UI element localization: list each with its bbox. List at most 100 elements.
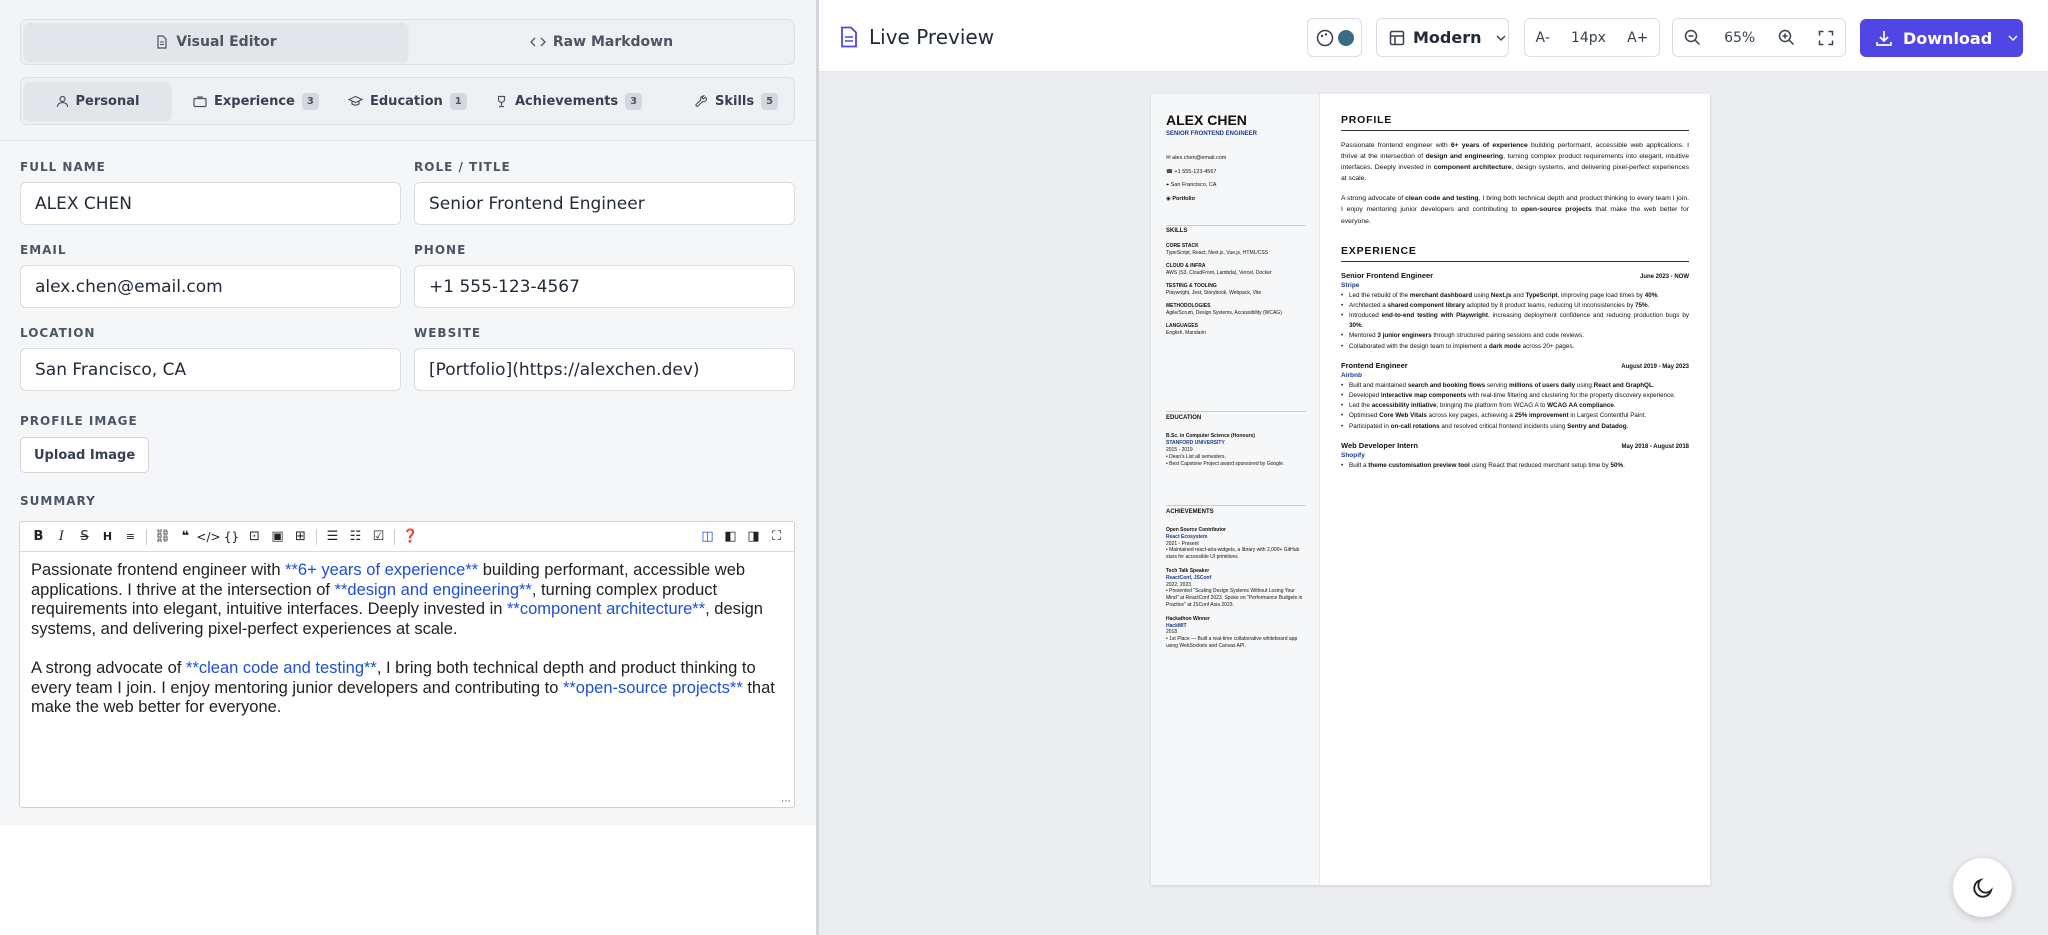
text-run: Mentored xyxy=(1349,332,1378,340)
personal-form: FULL NAME ALEX CHEN ROLE / TITLE Senior … xyxy=(0,140,818,826)
resize-handle-icon[interactable]: ⋯ xyxy=(781,796,791,807)
role-input[interactable]: Senior Frontend Engineer xyxy=(414,182,795,225)
job-header: Frontend Engineer August 2019 - May 2023 xyxy=(1341,361,1689,370)
tab-education[interactable]: Education 1 xyxy=(336,82,479,120)
bold-text: React and GraphQL xyxy=(1593,381,1653,389)
link-icon[interactable]: ⛓ xyxy=(151,526,174,548)
bold-text: Next.js xyxy=(1490,291,1512,299)
upload-image-button[interactable]: Upload Image xyxy=(20,437,150,473)
tab-label: Skills xyxy=(715,93,755,109)
heading-size-icon[interactable]: ≡ xyxy=(119,526,142,548)
comment-icon[interactable]: ⊡ xyxy=(243,526,266,548)
side-by-side-icon[interactable]: ◫ xyxy=(696,526,719,548)
contact-website[interactable]: ◉ Portfolio xyxy=(1166,193,1226,207)
bold-icon[interactable]: B xyxy=(27,526,50,548)
mode-switch: Visual Editor Raw Markdown xyxy=(20,19,795,65)
numbered-list-icon[interactable]: ☷ xyxy=(344,526,367,548)
tab-achievements[interactable]: Achievements 3 xyxy=(483,82,654,120)
education-bullet: • Best Capstone Project award sponsored … xyxy=(1166,461,1285,467)
achievement-desc: • 1st Place — Built a real-time collabor… xyxy=(1166,636,1298,649)
preview-icon[interactable]: ◧ xyxy=(719,526,742,548)
job-bullet: • Optimised Core Web Vitals across key pa… xyxy=(1341,411,1689,421)
table-icon[interactable]: ⊞ xyxy=(289,526,312,548)
image-icon[interactable]: ▣ xyxy=(266,526,289,548)
raw-markdown-toggle[interactable]: Raw Markdown xyxy=(410,23,793,61)
skill-group: TESTING & TOOLING Playwright, Jest, Story… xyxy=(1166,283,1306,297)
summary-text[interactable]: Passionate frontend engineer with **6+ y… xyxy=(31,561,786,738)
email-input[interactable]: alex.chen@email.com xyxy=(20,265,401,308)
text-run: . xyxy=(1623,461,1625,469)
preview-toolbar: Live Preview Modern A- 14px A+ 65% Downl… xyxy=(819,0,2048,72)
phone-input[interactable]: +1 555-123-4567 xyxy=(414,265,795,308)
zoom-in-icon[interactable] xyxy=(1778,29,1795,46)
bullet-list-icon[interactable]: ☰ xyxy=(321,526,344,548)
palette-icon xyxy=(1316,29,1334,47)
job-bullet: • Built and maintained search and booking… xyxy=(1341,381,1689,391)
text-run: Participated in xyxy=(1349,422,1391,430)
contact-value: alex.chen@email.com xyxy=(1172,155,1227,161)
skill-items: Agile/Scrum, Design Systems, Accessibili… xyxy=(1166,310,1282,316)
summary-editor: B I S H ≡ ⛓ ❝ </> {} ⊡ ▣ ⊞ ☰ ☷ ☑ ❓ ◫ ◧ ◨… xyxy=(19,521,795,808)
job-bullet: • Led the accessibility initiative, bring… xyxy=(1341,401,1689,411)
theme-color-toggle[interactable] xyxy=(1307,18,1362,57)
bold-text: 30% xyxy=(1349,322,1362,330)
job-bullet: • Developed interactive map components wi… xyxy=(1341,391,1689,401)
job-bullet: • Architected a shared component library … xyxy=(1341,301,1689,311)
education-heading: EDUCATION xyxy=(1166,415,1202,421)
font-increase-button[interactable]: A+ xyxy=(1627,30,1648,46)
tab-experience[interactable]: Experience 3 xyxy=(181,82,331,120)
section-tabs: Personal Experience 3 Education 1 Achiev… xyxy=(20,77,795,125)
split-icon[interactable]: ◨ xyxy=(742,526,765,548)
skill-category: METHODOLOGIES xyxy=(1166,303,1211,309)
fit-to-screen-icon[interactable] xyxy=(1818,30,1834,46)
code-icon[interactable]: </> xyxy=(196,526,220,548)
job-bullet: • Led the rebuild of the merchant dashboa… xyxy=(1341,291,1689,301)
bullet-dot: • xyxy=(1341,422,1344,430)
achievement-title: Hackathon Winner xyxy=(1166,615,1210,622)
education-years: 2015 - 2019 xyxy=(1166,447,1193,453)
location-input[interactable]: San Francisco, CA xyxy=(20,348,401,391)
education-bullet: • Dean's List all semesters. xyxy=(1166,454,1226,460)
bullet-dot: • xyxy=(1341,301,1344,309)
italic-icon[interactable]: I xyxy=(50,526,73,548)
template-select[interactable]: Modern xyxy=(1376,18,1509,57)
full-name-input[interactable]: ALEX CHEN xyxy=(20,182,401,225)
website-input[interactable]: [Portfolio](https://alexchen.dev) xyxy=(414,348,795,391)
bullet-dot: • xyxy=(1341,332,1344,340)
fullscreen-icon[interactable]: ⛶ xyxy=(765,526,788,548)
code-block-icon[interactable]: {} xyxy=(220,526,243,548)
zoom-out-icon[interactable] xyxy=(1684,29,1701,46)
markdown-bold-text: **6+ years of experience** xyxy=(285,561,479,579)
skill-group: LANGUAGES English, Mandarin xyxy=(1166,323,1306,337)
bold-text: millions of users daily xyxy=(1508,381,1576,389)
tab-skills[interactable]: Skills 5 xyxy=(683,82,790,120)
profile-paragraph-2: A strong advocate of clean code and test… xyxy=(1341,193,1689,226)
checklist-icon[interactable]: ☑ xyxy=(367,526,390,548)
visual-editor-toggle[interactable]: Visual Editor xyxy=(24,23,408,61)
quote-icon[interactable]: ❝ xyxy=(174,526,197,548)
chevron-down-icon xyxy=(1496,35,1506,41)
text-run: with real-time filtering and clustering … xyxy=(1466,392,1676,400)
skill-items: Playwright, Jest, Storybook, Webpack, Vi… xyxy=(1166,290,1262,296)
skill-items: AWS (S3, CloudFront, Lambda), Vercel, Do… xyxy=(1166,270,1272,276)
strikethrough-icon[interactable]: S xyxy=(73,526,96,548)
font-decrease-button[interactable]: A- xyxy=(1536,30,1550,46)
heading-icon[interactable]: H xyxy=(96,526,119,548)
contact-value: Portfolio xyxy=(1172,195,1195,202)
tab-personal[interactable]: Personal xyxy=(24,82,171,120)
text-run: using React that reduced merchant setup … xyxy=(1469,461,1611,469)
bold-text: 3 junior engineers xyxy=(1377,332,1432,340)
tab-label: Experience xyxy=(214,93,295,109)
visual-editor-label: Visual Editor xyxy=(176,34,277,50)
help-icon[interactable]: ❓ xyxy=(399,526,422,548)
text-run: , improving page load times by xyxy=(1557,291,1645,299)
job-bullet: • Built a theme customisation preview too… xyxy=(1341,461,1689,471)
bold-text: 25% improvement xyxy=(1514,412,1569,420)
theme-toggle-button[interactable] xyxy=(1953,858,2012,917)
bullet-dot: • xyxy=(1341,342,1344,350)
text-run: . xyxy=(1613,402,1616,410)
website-label: WEBSITE xyxy=(414,326,482,340)
job-title: Frontend Engineer xyxy=(1341,360,1408,370)
download-button[interactable]: Download xyxy=(1860,19,2023,57)
achievement-title: Open Source Contributor xyxy=(1166,527,1226,533)
